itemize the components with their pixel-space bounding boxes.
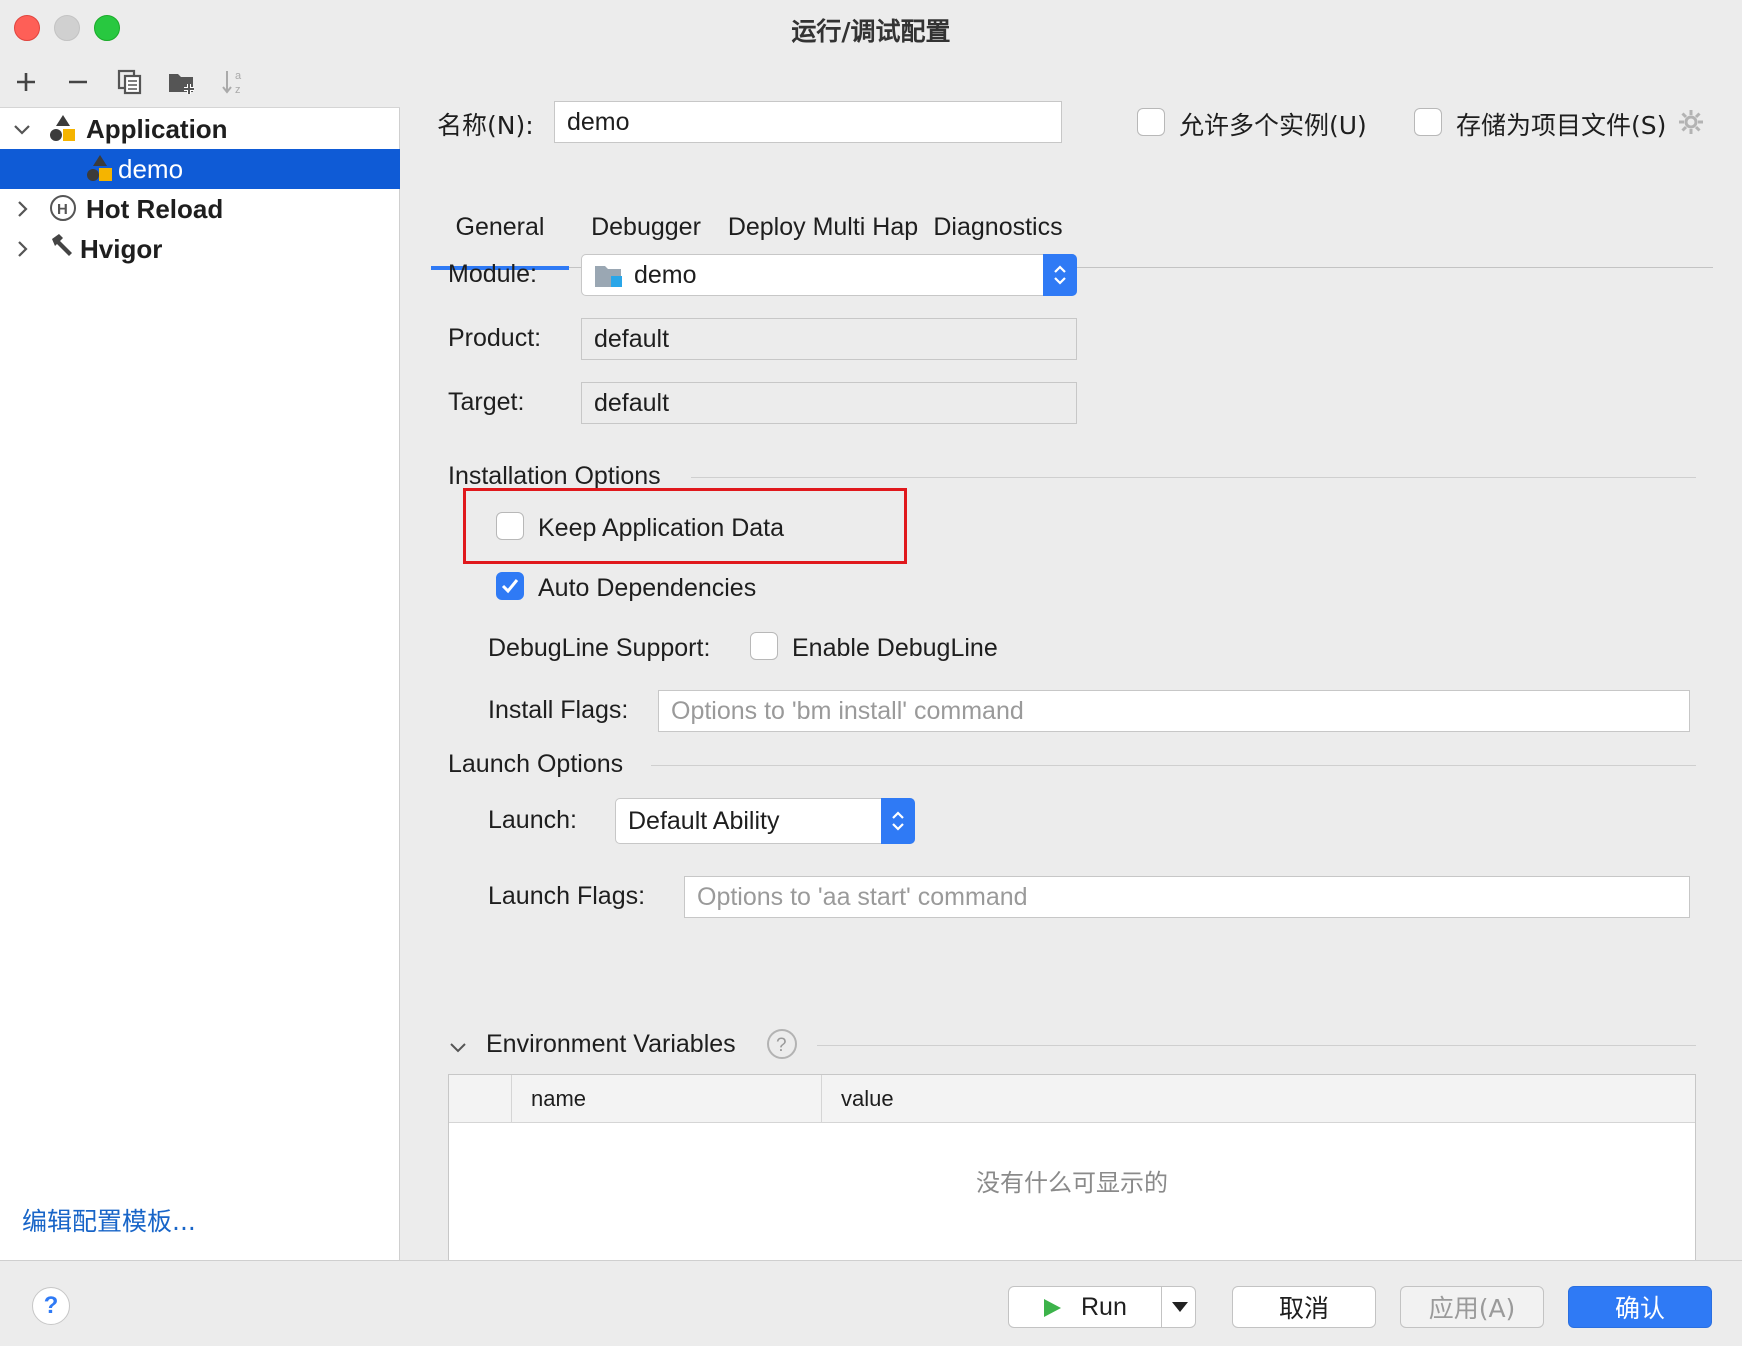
section-divider — [817, 1045, 1696, 1046]
name-input[interactable]: demo — [554, 101, 1062, 143]
help-button[interactable]: ? — [32, 1287, 70, 1325]
product-label: Product: — [448, 324, 542, 352]
config-editor-panel: 名称(N): demo 允许多个实例(U) 存储为项目文件(S) General… — [401, 56, 1742, 1260]
name-label: 名称(N): — [437, 111, 534, 140]
column-header-value[interactable]: value — [841, 1075, 894, 1123]
tree-item-hvigor[interactable]: Hvigor — [0, 229, 400, 269]
run-button-label: Run — [1081, 1292, 1127, 1321]
column-header-name[interactable]: name — [531, 1075, 586, 1123]
updown-chevron-icon — [1054, 265, 1066, 285]
chevron-right-icon[interactable] — [10, 197, 34, 221]
app-config-icon — [87, 155, 112, 181]
edit-config-templates-link[interactable]: 编辑配置模板... — [22, 1202, 196, 1238]
tree-item-label: Hot Reload — [86, 193, 224, 224]
chevron-down-icon[interactable] — [447, 1036, 469, 1058]
split-divider — [1161, 1287, 1162, 1327]
debugline-support-label: DebugLine Support: — [488, 634, 711, 662]
target-label: Target: — [448, 388, 525, 416]
new-folder-button[interactable] — [166, 66, 198, 98]
install-flags-placeholder: Options to 'bm install' command — [671, 696, 1024, 725]
chevron-down-icon[interactable] — [10, 117, 34, 141]
ok-button[interactable]: 确认 — [1568, 1286, 1712, 1328]
tab-general[interactable]: General — [431, 186, 569, 270]
window-title: 运行/调试配置 — [791, 17, 951, 46]
tree-item-label: demo — [118, 153, 184, 184]
copy-config-button[interactable] — [114, 66, 146, 98]
tree-item-application[interactable]: Application — [0, 109, 400, 149]
env-variables-title: Environment Variables — [486, 1030, 736, 1058]
sort-az-icon: az — [222, 70, 242, 96]
application-icon — [50, 115, 75, 141]
launch-flags-placeholder: Options to 'aa start' command — [697, 882, 1028, 911]
config-tree-panel: az Application demo H Hot Reload Hvigor … — [0, 56, 400, 1260]
installation-options-title: Installation Options — [448, 462, 661, 490]
store-as-project-checkbox[interactable] — [1414, 108, 1442, 136]
apply-button[interactable]: 应用(A) — [1400, 1286, 1544, 1328]
section-divider — [691, 477, 1696, 478]
enable-debugline-checkbox[interactable] — [750, 632, 778, 660]
module-label: Module: — [448, 260, 537, 288]
dropdown-arrow-icon[interactable] — [1171, 1301, 1189, 1313]
gear-icon[interactable] — [1677, 108, 1705, 136]
store-as-project-label: 存储为项目文件(S) — [1456, 111, 1667, 140]
plus-icon — [17, 73, 35, 91]
folder-add-icon — [169, 74, 194, 94]
enable-debugline-label: Enable DebugLine — [792, 634, 998, 662]
tree-item-hot-reload[interactable]: H Hot Reload — [0, 189, 400, 229]
launch-value: Default Ability — [628, 806, 780, 835]
column-separator — [511, 1075, 512, 1123]
launch-select[interactable]: Default Ability — [615, 798, 915, 844]
column-separator — [821, 1075, 822, 1123]
tree-item-label: Hvigor — [80, 233, 163, 264]
install-flags-input[interactable]: Options to 'bm install' command — [658, 690, 1690, 732]
allow-multiple-checkbox[interactable] — [1137, 108, 1165, 136]
help-circle-icon[interactable]: ? — [765, 1027, 799, 1061]
checkmark-icon — [501, 579, 519, 594]
install-flags-label: Install Flags: — [488, 696, 629, 724]
launch-options-title: Launch Options — [448, 750, 624, 778]
minus-icon — [69, 80, 87, 84]
hot-reload-icon: H — [50, 195, 76, 221]
allow-multiple-label: 允许多个实例(U) — [1179, 111, 1367, 140]
launch-flags-label: Launch Flags: — [488, 882, 646, 910]
hammer-icon — [52, 234, 72, 256]
add-config-button[interactable] — [10, 66, 42, 98]
play-icon — [1044, 1299, 1061, 1317]
title-bar: 运行/调试配置 — [0, 0, 1742, 56]
svg-text:H: H — [57, 201, 68, 218]
run-button[interactable]: Run — [1008, 1286, 1196, 1328]
launch-flags-input[interactable]: Options to 'aa start' command — [684, 876, 1690, 918]
env-table-header: name value — [449, 1075, 1695, 1123]
remove-config-button[interactable] — [62, 66, 94, 98]
auto-dependencies-label: Auto Dependencies — [538, 574, 757, 602]
auto-dependencies-checkbox[interactable] — [496, 572, 524, 600]
svg-text:?: ? — [776, 1035, 787, 1056]
product-field: default — [581, 318, 1077, 360]
keep-app-data-checkbox[interactable] — [496, 512, 524, 540]
svg-text:a: a — [235, 70, 242, 82]
module-folder-icon — [595, 266, 622, 287]
tree-item-label: Application — [86, 113, 228, 144]
launch-label: Launch: — [488, 806, 577, 834]
cancel-button[interactable]: 取消 — [1232, 1286, 1376, 1328]
module-select[interactable]: demo — [581, 254, 1077, 296]
target-field: default — [581, 382, 1077, 424]
section-divider — [651, 765, 1696, 766]
tree-item-demo[interactable]: demo — [0, 149, 400, 189]
copy-icon — [117, 69, 142, 95]
sort-button[interactable]: az — [218, 66, 250, 98]
tree-toolbar: az — [0, 56, 400, 108]
keep-app-data-label: Keep Application Data — [538, 514, 785, 542]
select-arrows — [881, 798, 915, 844]
svg-text:z: z — [235, 84, 241, 96]
module-value: demo — [634, 260, 697, 289]
chevron-right-icon[interactable] — [10, 237, 34, 261]
run-debug-config-dialog: 运行/调试配置 az Application demo H Hot Reload… — [0, 0, 1742, 1346]
dialog-button-bar: ? Run 取消 应用(A) 确认 — [0, 1260, 1742, 1346]
env-variables-table: name value 没有什么可显示的 — [448, 1074, 1696, 1260]
empty-table-message: 没有什么可显示的 — [976, 1169, 1168, 1197]
select-arrows — [1043, 254, 1077, 296]
updown-chevron-icon — [892, 811, 904, 831]
